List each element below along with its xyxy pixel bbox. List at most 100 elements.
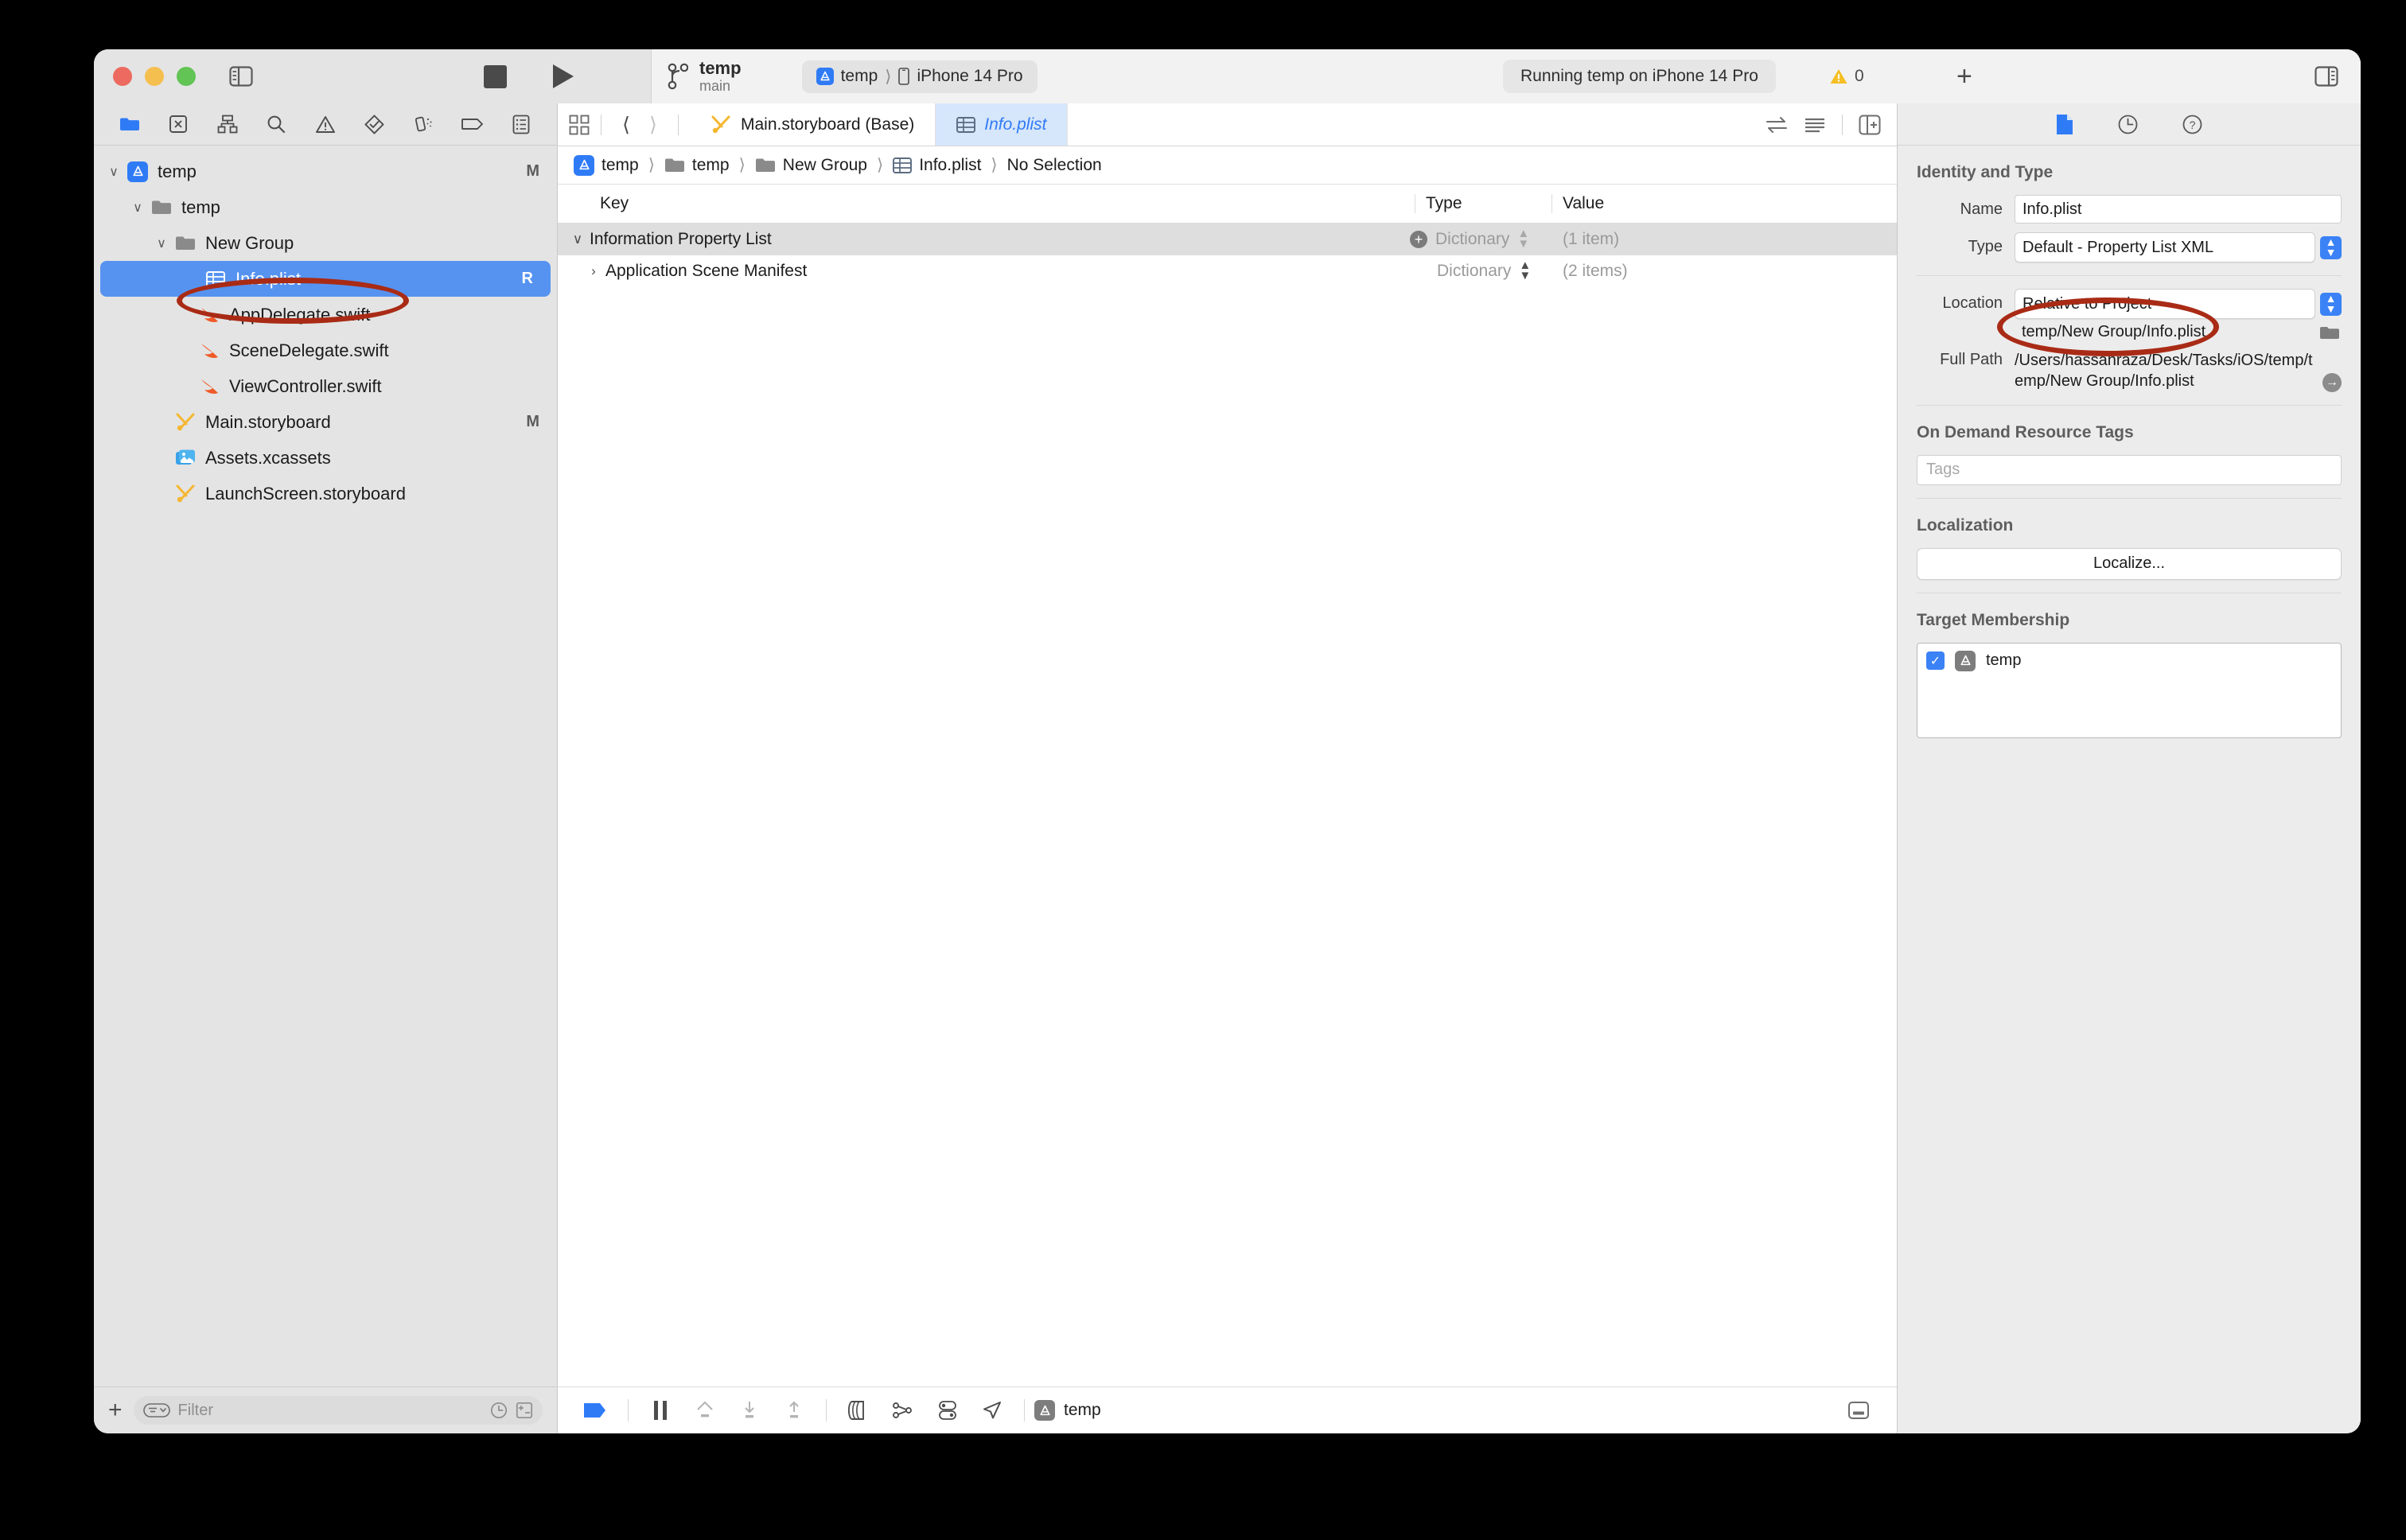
reveal-in-finder-icon[interactable]: → bbox=[2322, 373, 2342, 392]
tree-item[interactable]: LaunchScreen.storyboard bbox=[94, 476, 557, 511]
console-toggle-icon[interactable] bbox=[1836, 1400, 1881, 1421]
plist-rows: ∨Information Property List+Dictionary▲▼(… bbox=[558, 224, 1897, 287]
full-path-value: /Users/hassanraza/Desk/Tasks/iOS/temp/te… bbox=[2015, 350, 2316, 392]
pause-icon[interactable] bbox=[638, 1400, 683, 1421]
breadcrumb-item[interactable]: Info.plist bbox=[893, 156, 981, 175]
source-control-filter-icon[interactable] bbox=[516, 1402, 533, 1419]
target-membership-item[interactable]: ✓ temp bbox=[1926, 651, 2332, 671]
recent-files-filter-icon[interactable] bbox=[490, 1402, 508, 1419]
target-label: temp bbox=[1986, 651, 2021, 670]
breadcrumb-item[interactable]: temp bbox=[664, 156, 730, 175]
destination-selector[interactable]: temp ⟩ iPhone 14 Pro bbox=[802, 60, 1038, 93]
plist-row[interactable]: ›Application Scene ManifestDictionary▲▼(… bbox=[558, 255, 1897, 287]
breakpoints-toggle-icon[interactable] bbox=[574, 1402, 618, 1419]
inspector-content: Identity and Type Name Info.plist Type D… bbox=[1898, 146, 2361, 1433]
column-header-type: Type bbox=[1415, 194, 1551, 213]
editor-tab[interactable]: Info.plist bbox=[936, 103, 1068, 146]
editor-forward-button[interactable]: ⟩ bbox=[640, 113, 667, 137]
issue-navigator-icon[interactable] bbox=[312, 111, 339, 138]
zoom-window-button[interactable] bbox=[177, 67, 196, 86]
window-body: ∨tempM∨temp∨New GroupInfo.plistRAppDeleg… bbox=[94, 103, 2361, 1433]
type-popup-chevron-icon[interactable]: ▲▼ bbox=[2320, 236, 2342, 259]
symbol-navigator-icon[interactable] bbox=[214, 111, 241, 138]
tree-item[interactable]: ∨temp bbox=[94, 189, 557, 225]
disclosure-open-icon[interactable]: ∨ bbox=[566, 231, 590, 247]
editor-tab[interactable]: Main.storyboard (Base) bbox=[690, 103, 936, 146]
step-out-icon[interactable] bbox=[772, 1400, 816, 1421]
app-project-icon bbox=[574, 155, 594, 176]
tree-item[interactable]: ViewController.swift bbox=[94, 368, 557, 404]
step-into-icon[interactable] bbox=[727, 1400, 772, 1421]
source-control-navigator-icon[interactable] bbox=[165, 111, 192, 138]
plist-type-stepper-icon[interactable]: ▲▼ bbox=[1517, 229, 1529, 250]
add-file-button[interactable]: + bbox=[108, 1398, 123, 1422]
target-membership-list: ✓ temp bbox=[1917, 643, 2342, 738]
disclosure-open-icon[interactable]: ∨ bbox=[151, 235, 172, 251]
tree-item[interactable]: SceneDelegate.swift bbox=[94, 332, 557, 368]
tags-input[interactable]: Tags bbox=[1917, 455, 2342, 485]
report-navigator-icon[interactable] bbox=[508, 111, 535, 138]
plist-type-stepper-icon[interactable]: ▲▼ bbox=[1519, 261, 1531, 282]
editor-back-button[interactable]: ⟨ bbox=[613, 113, 640, 137]
environment-overrides-icon[interactable] bbox=[925, 1400, 970, 1421]
type-popup[interactable]: Default - Property List XML bbox=[2015, 232, 2315, 262]
filter-options-icon[interactable] bbox=[143, 1402, 170, 1418]
editor-tab-bar: ⟨ ⟩ Main.storyboard (Base)Info.plist bbox=[558, 103, 1897, 146]
disclosure-open-icon[interactable]: ∨ bbox=[103, 164, 124, 180]
add-plist-entry-icon[interactable]: + bbox=[1410, 231, 1427, 248]
disclosure-closed-icon[interactable]: › bbox=[582, 263, 605, 279]
filter-input[interactable]: Filter bbox=[134, 1396, 543, 1425]
compare-versions-icon[interactable] bbox=[1766, 115, 1788, 134]
location-popup-chevron-icon[interactable]: ▲▼ bbox=[2320, 293, 2342, 316]
plist-row[interactable]: ∨Information Property List+Dictionary▲▼(… bbox=[558, 224, 1897, 255]
tree-item[interactable]: ∨tempM bbox=[94, 154, 557, 189]
tree-item[interactable]: ∨New Group bbox=[94, 225, 557, 261]
minimize-window-button[interactable] bbox=[145, 67, 164, 86]
choose-folder-icon[interactable] bbox=[2319, 325, 2340, 340]
editor-options-icon[interactable] bbox=[569, 115, 590, 135]
name-row: Name Info.plist bbox=[1917, 195, 2342, 224]
view-debug-icon[interactable] bbox=[881, 1400, 925, 1421]
tree-item[interactable]: Assets.xcassets bbox=[94, 440, 557, 476]
editor-breadcrumb: temp⟩temp⟩New Group⟩Info.plist⟩No Select… bbox=[558, 146, 1897, 185]
file-inspector-icon[interactable] bbox=[2056, 114, 2073, 135]
test-navigator-icon[interactable] bbox=[361, 111, 388, 138]
sidebar-left-toggle-icon[interactable] bbox=[229, 66, 253, 87]
add-editor-pane-icon[interactable] bbox=[1859, 115, 1881, 135]
add-editor-button[interactable]: + bbox=[1956, 63, 1972, 90]
scheme-group[interactable]: temp main bbox=[668, 58, 742, 95]
target-checkbox[interactable]: ✓ bbox=[1926, 651, 1945, 670]
run-play-icon[interactable] bbox=[553, 64, 574, 88]
history-inspector-icon[interactable] bbox=[2118, 115, 2138, 134]
tree-item-label: Info.plist bbox=[236, 269, 301, 290]
breadcrumb-item[interactable]: New Group bbox=[755, 156, 867, 175]
debug-target-selector[interactable]: temp bbox=[1034, 1400, 1101, 1421]
folder-icon bbox=[172, 235, 199, 251]
status-badge: M bbox=[526, 162, 539, 181]
tree-item-selected[interactable]: Info.plistR bbox=[100, 261, 551, 297]
tree-item[interactable]: Main.storyboardM bbox=[94, 404, 557, 440]
plist-value: (1 item) bbox=[1563, 230, 1897, 249]
location-popup[interactable]: Relative to Project bbox=[2015, 289, 2315, 319]
find-navigator-icon[interactable] bbox=[263, 111, 290, 138]
disclosure-open-icon[interactable]: ∨ bbox=[127, 200, 148, 216]
step-over-icon[interactable] bbox=[683, 1400, 727, 1421]
localize-button[interactable]: Localize... bbox=[1917, 548, 2342, 580]
folder-project-navigator-icon[interactable] bbox=[116, 111, 143, 138]
location-simulate-icon[interactable] bbox=[970, 1400, 1014, 1421]
breakpoint-navigator-icon[interactable] bbox=[459, 111, 486, 138]
close-window-button[interactable] bbox=[113, 67, 132, 86]
name-field[interactable]: Info.plist bbox=[2015, 195, 2342, 224]
breadcrumb-item[interactable]: temp bbox=[574, 155, 639, 176]
breadcrumb-item[interactable]: No Selection bbox=[1007, 156, 1102, 175]
view-hierarchy-icon[interactable] bbox=[836, 1400, 881, 1421]
warning-indicator[interactable]: 0 bbox=[1829, 67, 1864, 86]
folder-icon bbox=[664, 157, 685, 173]
stop-icon[interactable] bbox=[484, 65, 507, 88]
plist-icon bbox=[893, 157, 912, 174]
sidebar-right-toggle-icon[interactable] bbox=[2315, 66, 2338, 87]
tree-item[interactable]: AppDelegate.swift bbox=[94, 297, 557, 332]
quick-help-icon[interactable]: ? bbox=[2182, 115, 2202, 134]
debug-navigator-icon[interactable] bbox=[410, 111, 437, 138]
outline-view-icon[interactable] bbox=[1804, 116, 1826, 134]
